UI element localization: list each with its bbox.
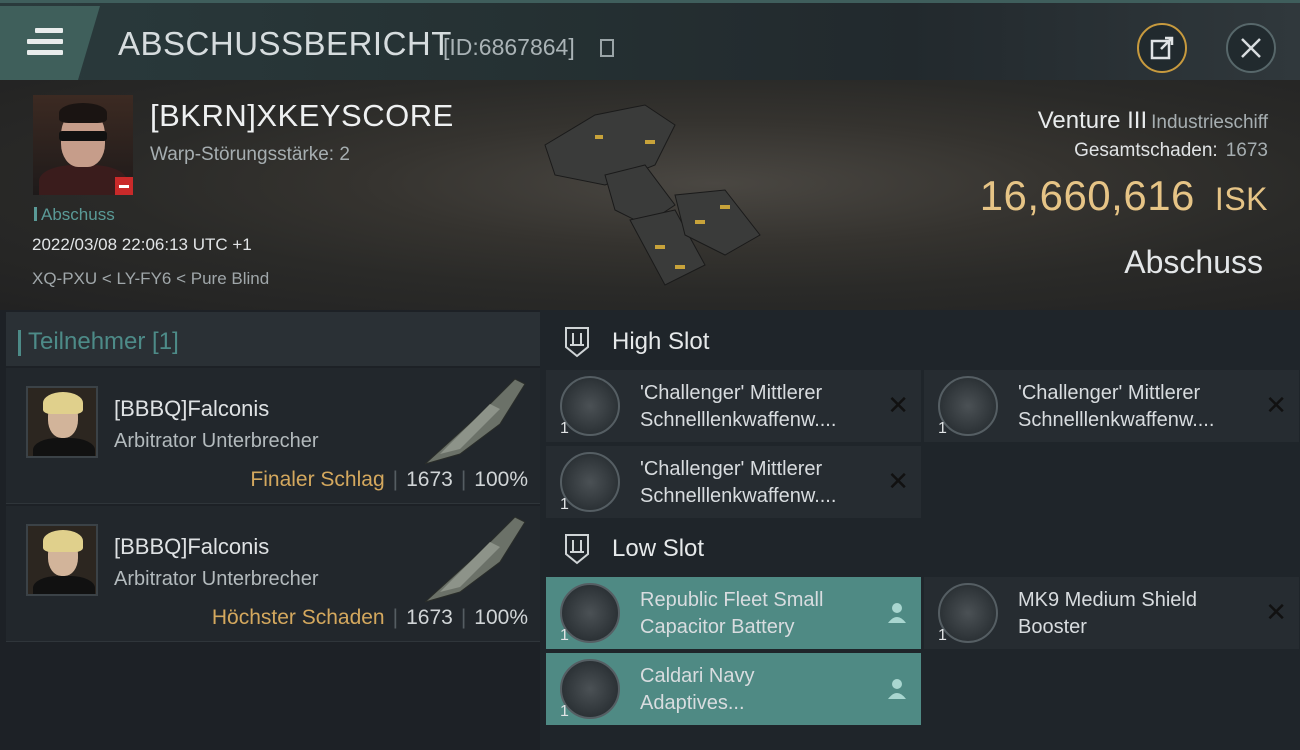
hamburger-menu-icon [27,28,63,58]
high-slot-module[interactable]: 1 'Challenger' Mittlerer Schnelllenkwaffe… [546,370,921,442]
destroyed-icon: ✕ [887,390,909,420]
participant-stats: Höchster Schaden | 1673 | 100% [211,606,528,629]
killmail-id: [ID:6867864] [443,34,575,60]
participants-title: Teilnehmer [1] [18,328,179,356]
missile-launcher-icon [938,376,998,436]
destroyed-icon: ✕ [887,466,909,496]
shield-booster-icon [938,583,998,643]
close-icon [1241,38,1261,58]
low-slot-icon [565,534,589,565]
venture-ship-image [544,104,761,286]
victim-name[interactable]: [BKRN]XKEYSCORE [150,98,454,134]
kill-location[interactable]: XQ-PXU < LY-FY6 < Pure Blind [32,269,269,289]
low-slot-module[interactable]: 1 MK9 Medium Shield Booster ✕ [924,577,1299,649]
capacitor-battery-icon [560,583,620,643]
result-label: Abschuss [1124,244,1263,280]
missile-launcher-icon [560,376,620,436]
page-title: ABSCHUSSBERICHT [118,25,452,62]
participant-name[interactable]: [BBBQ]Falconis [114,396,269,422]
menu-button[interactable] [0,6,100,80]
arbitrator-ship-image [424,516,526,603]
copy-icon[interactable] [600,39,614,57]
participants-panel: Teilnehmer [1] [BBBQ]Falconis Arbitrator… [0,310,540,750]
participant-avatar[interactable] [26,386,98,458]
participant-row[interactable]: [BBBQ]Falconis Arbitrator Unterbrecher H… [6,506,540,642]
adaptive-hardener-icon [560,659,620,719]
participant-avatar[interactable] [26,524,98,596]
kill-summary: Abschuss [BKRN]XKEYSCORE Warp-Störungsst… [0,80,1300,310]
participant-ship: Arbitrator Unterbrecher [114,568,319,590]
ship-name[interactable]: Venture III Industrieschiff [1038,107,1268,135]
loss-badge-icon [115,177,133,195]
share-button[interactable] [1137,23,1187,73]
high-slot-module[interactable]: 1 'Challenger' Mittlerer Schnelllenkwaffe… [924,370,1299,442]
warp-strength: Warp-Störungsstärke: 2 [150,144,350,165]
low-slot-module[interactable]: 1 Caldari Navy Adaptives... [546,653,921,725]
low-slot-header: Low Slot [560,529,704,569]
dropped-user-icon [888,679,906,699]
participant-ship: Arbitrator Unterbrecher [114,430,319,452]
close-button[interactable] [1226,23,1276,73]
low-slot-module[interactable]: 1 Republic Fleet Small Capacitor Battery [546,577,921,649]
participant-stats: Finaler Schlag | 1673 | 100% [250,468,528,491]
total-damage: Gesamtschaden: 1673 [1074,140,1268,161]
isk-value: 16,660,616 ISK [979,172,1268,219]
participant-row[interactable]: [BBBQ]Falconis Arbitrator Unterbrecher F… [6,368,540,504]
participant-name[interactable]: [BBBQ]Falconis [114,534,269,560]
header-bar: ABSCHUSSBERICHT [ID:6867864] [0,0,1300,80]
dropped-user-icon [888,603,906,623]
high-slot-icon [565,327,589,358]
destroyed-icon: ✕ [1265,390,1287,420]
kill-datetime: 2022/03/08 22:06:13 UTC +1 [32,235,252,254]
arbitrator-ship-image [424,378,526,465]
loss-type-label: Abschuss [34,205,115,225]
missile-launcher-icon [560,452,620,512]
external-link-icon [1150,36,1174,60]
high-slot-module[interactable]: 1 'Challenger' Mittlerer Schnelllenkwaffe… [546,446,921,518]
destroyed-icon: ✕ [1265,597,1287,627]
fitting-panel: High Slot 1 'Challenger' Mittlerer Schnel… [540,310,1300,750]
high-slot-header: High Slot [560,322,709,362]
participants-header: Teilnehmer [1] [6,312,540,366]
